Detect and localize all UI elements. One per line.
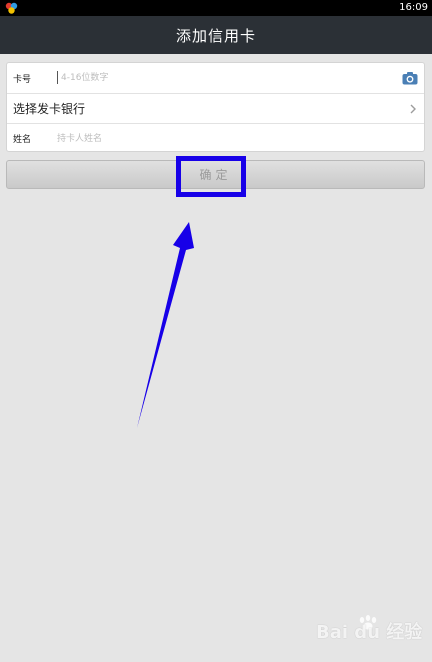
status-bar: 16:09: [0, 0, 432, 16]
baidu-paw-icon: [359, 615, 377, 630]
camera-icon[interactable]: [402, 71, 418, 85]
cardholder-name-input[interactable]: [57, 130, 357, 148]
card-number-input[interactable]: [61, 69, 361, 87]
text-caret: [57, 71, 58, 84]
page-title: 添加信用卡: [175, 26, 256, 45]
chevron-right-icon: [410, 104, 416, 114]
screen: 16:09 添加信用卡 卡号 选择发卡银行 姓名 确定: [0, 0, 432, 662]
card-number-row: 卡号: [7, 63, 424, 93]
bank-select-label: 选择发卡银行: [13, 102, 86, 116]
annotation-highlight-box: [176, 156, 246, 197]
card-number-label: 卡号: [13, 74, 32, 85]
watermark-text: Bai du 经验: [316, 622, 423, 643]
watermark: Bai du 经验: [316, 614, 426, 644]
bank-select-row[interactable]: 选择发卡银行: [7, 93, 424, 123]
status-time: 16:09: [399, 2, 428, 13]
cardholder-name-label: 姓名: [13, 135, 32, 145]
title-bar: 添加信用卡: [0, 16, 432, 54]
app-logo-icon: [5, 2, 18, 14]
credit-card-form: 卡号 选择发卡银行 姓名: [6, 62, 425, 152]
cardholder-name-row: 姓名: [7, 123, 424, 153]
